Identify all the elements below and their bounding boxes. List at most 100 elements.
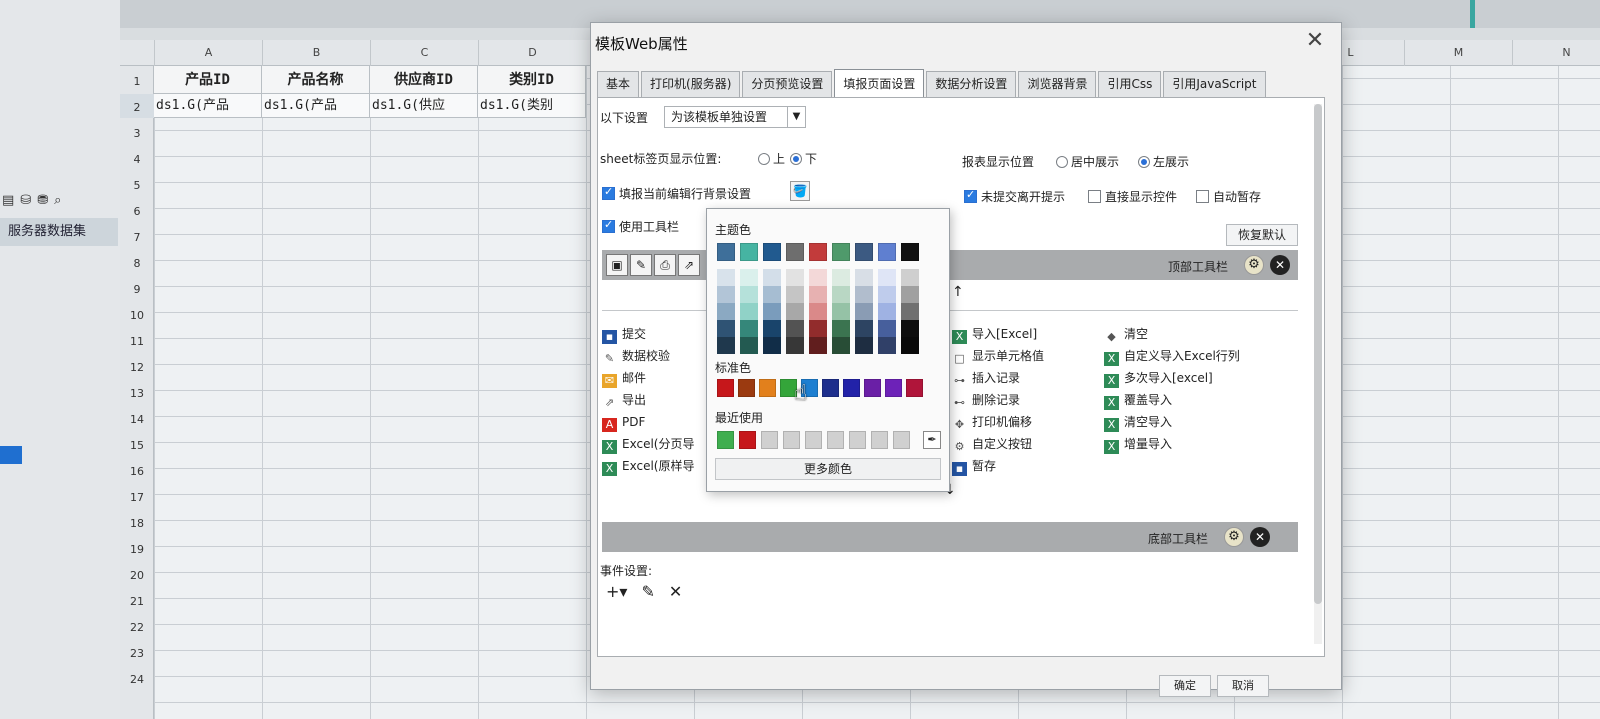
shade-swatch[interactable]: [878, 269, 896, 286]
shade-swatch[interactable]: [855, 337, 873, 354]
direct-show-widget-checkbox[interactable]: 直接显示控件: [1088, 188, 1177, 205]
row-header-24[interactable]: 24: [120, 668, 154, 692]
shade-swatch[interactable]: [740, 320, 758, 337]
row-header-13[interactable]: 13: [120, 382, 154, 406]
list-item-clear[interactable]: ◆ 清空: [1104, 324, 1148, 345]
server-dataset-tab[interactable]: 服务器数据集: [0, 218, 118, 246]
shade-swatch[interactable]: [786, 320, 804, 337]
list-item-validate[interactable]: ✎ 数据校验: [602, 346, 670, 367]
list-item-multi-import[interactable]: X 多次导入[excel]: [1104, 368, 1213, 389]
tab-fill-page-settings[interactable]: 填报页面设置: [834, 69, 925, 97]
close-icon[interactable]: ✕: [1303, 29, 1327, 53]
tab-basic[interactable]: 基本: [597, 71, 640, 97]
row-header-11[interactable]: 11: [120, 330, 154, 354]
header-cell-a[interactable]: 产品ID: [154, 66, 262, 94]
list-item-pdf[interactable]: A PDF: [602, 412, 645, 433]
shade-swatch[interactable]: [740, 269, 758, 286]
theme-swatch[interactable]: [878, 243, 896, 261]
row-header-18[interactable]: 18: [120, 512, 154, 536]
shade-swatch[interactable]: [832, 286, 850, 303]
theme-swatch[interactable]: [832, 243, 850, 261]
recent-swatch[interactable]: [739, 431, 756, 449]
row-header-8[interactable]: 8: [120, 252, 154, 276]
shade-swatch[interactable]: [740, 303, 758, 320]
list-item-custom-button[interactable]: ⚙ 自定义按钮: [952, 434, 1032, 455]
shade-swatch[interactable]: [786, 337, 804, 354]
cancel-button[interactable]: 取消: [1217, 675, 1269, 697]
standard-swatch[interactable]: [759, 379, 776, 397]
shade-swatch[interactable]: [878, 303, 896, 320]
shade-swatch[interactable]: [786, 286, 804, 303]
tab-css[interactable]: 引用Css: [1098, 71, 1162, 97]
shade-swatch[interactable]: [901, 320, 919, 337]
shade-swatch[interactable]: [901, 303, 919, 320]
row-header-12[interactable]: 12: [120, 356, 154, 380]
recent-swatch[interactable]: [761, 431, 778, 449]
list-item-incremental-import[interactable]: X 增量导入: [1104, 434, 1172, 455]
use-toolbar-checkbox[interactable]: 使用工具栏: [602, 218, 679, 235]
theme-swatch[interactable]: [763, 243, 781, 261]
recent-swatch[interactable]: [783, 431, 800, 449]
binding-cell-d[interactable]: ds1.G(类别: [478, 94, 586, 118]
shade-swatch[interactable]: [809, 320, 827, 337]
list-item-submit[interactable]: ▪ 提交: [602, 324, 646, 345]
shade-swatch[interactable]: [878, 286, 896, 303]
binding-cell-a[interactable]: ds1.G(产品: [154, 94, 262, 118]
theme-swatch[interactable]: [717, 243, 735, 261]
column-header-a[interactable]: A: [154, 40, 262, 66]
list-item-clear-import[interactable]: X 清空导入: [1104, 412, 1172, 433]
standard-swatch[interactable]: [738, 379, 755, 397]
shade-swatch[interactable]: [763, 303, 781, 320]
list-item-email[interactable]: ✉ 邮件: [602, 368, 646, 389]
shade-swatch[interactable]: [809, 303, 827, 320]
eyedropper-icon[interactable]: ✒: [923, 431, 941, 449]
row-header-2[interactable]: 2: [120, 96, 154, 120]
shade-swatch[interactable]: [717, 320, 735, 337]
binding-cell-c[interactable]: ds1.G(供应: [370, 94, 478, 118]
shade-swatch[interactable]: [901, 337, 919, 354]
theme-swatch[interactable]: [901, 243, 919, 261]
standard-swatch[interactable]: [864, 379, 881, 397]
tab-page-preview[interactable]: 分页预览设置: [742, 71, 833, 97]
edit-icon[interactable]: ✎: [641, 582, 654, 601]
row-header-6[interactable]: 6: [120, 200, 154, 224]
shade-swatch[interactable]: [901, 269, 919, 286]
row-header-15[interactable]: 15: [120, 434, 154, 458]
paint-bucket-icon[interactable]: 🪣: [790, 181, 810, 201]
header-cell-c[interactable]: 供应商ID: [370, 66, 478, 94]
row-header-23[interactable]: 23: [120, 642, 154, 666]
shade-swatch[interactable]: [809, 337, 827, 354]
shade-swatch[interactable]: [855, 286, 873, 303]
tab-printer-server[interactable]: 打印机(服务器): [641, 71, 741, 97]
shade-swatch[interactable]: [763, 320, 781, 337]
shade-swatch[interactable]: [855, 320, 873, 337]
row-header-14[interactable]: 14: [120, 408, 154, 432]
list-item-temp-save[interactable]: ▪ 暂存: [952, 456, 996, 477]
restore-default-button[interactable]: 恢复默认: [1226, 224, 1298, 246]
row-header-5[interactable]: 5: [120, 174, 154, 198]
row-header-16[interactable]: 16: [120, 460, 154, 484]
dataset-icon[interactable]: ▤: [2, 193, 14, 208]
settings-scope-select[interactable]: 为该模板单独设置 ▼: [664, 106, 806, 128]
sheet-tab-bottom-radio[interactable]: 下: [790, 150, 817, 167]
shade-swatch[interactable]: [878, 337, 896, 354]
shade-swatch[interactable]: [832, 320, 850, 337]
ok-button[interactable]: 确定: [1159, 675, 1211, 697]
standard-swatch[interactable]: [717, 379, 734, 397]
fill-row-bg-checkbox[interactable]: 填报当前编辑行背景设置: [602, 185, 751, 202]
database-add-icon[interactable]: ⛃: [37, 193, 48, 208]
list-item-excel-original[interactable]: X Excel(原样导: [602, 456, 694, 477]
shade-swatch[interactable]: [786, 269, 804, 286]
standard-swatch[interactable]: [822, 379, 839, 397]
list-item-import-excel[interactable]: X 导入[Excel]: [952, 324, 1037, 345]
theme-swatch[interactable]: [855, 243, 873, 261]
theme-swatch[interactable]: [786, 243, 804, 261]
recent-swatch[interactable]: [805, 431, 822, 449]
sheet-tab-top-radio[interactable]: 上: [758, 150, 785, 167]
binding-cell-b[interactable]: ds1.G(产品: [262, 94, 370, 118]
shade-swatch[interactable]: [717, 286, 735, 303]
shade-swatch[interactable]: [740, 337, 758, 354]
column-header-n[interactable]: N: [1512, 40, 1600, 66]
shade-swatch[interactable]: [717, 269, 735, 286]
search-icon[interactable]: ⌕: [54, 193, 61, 208]
